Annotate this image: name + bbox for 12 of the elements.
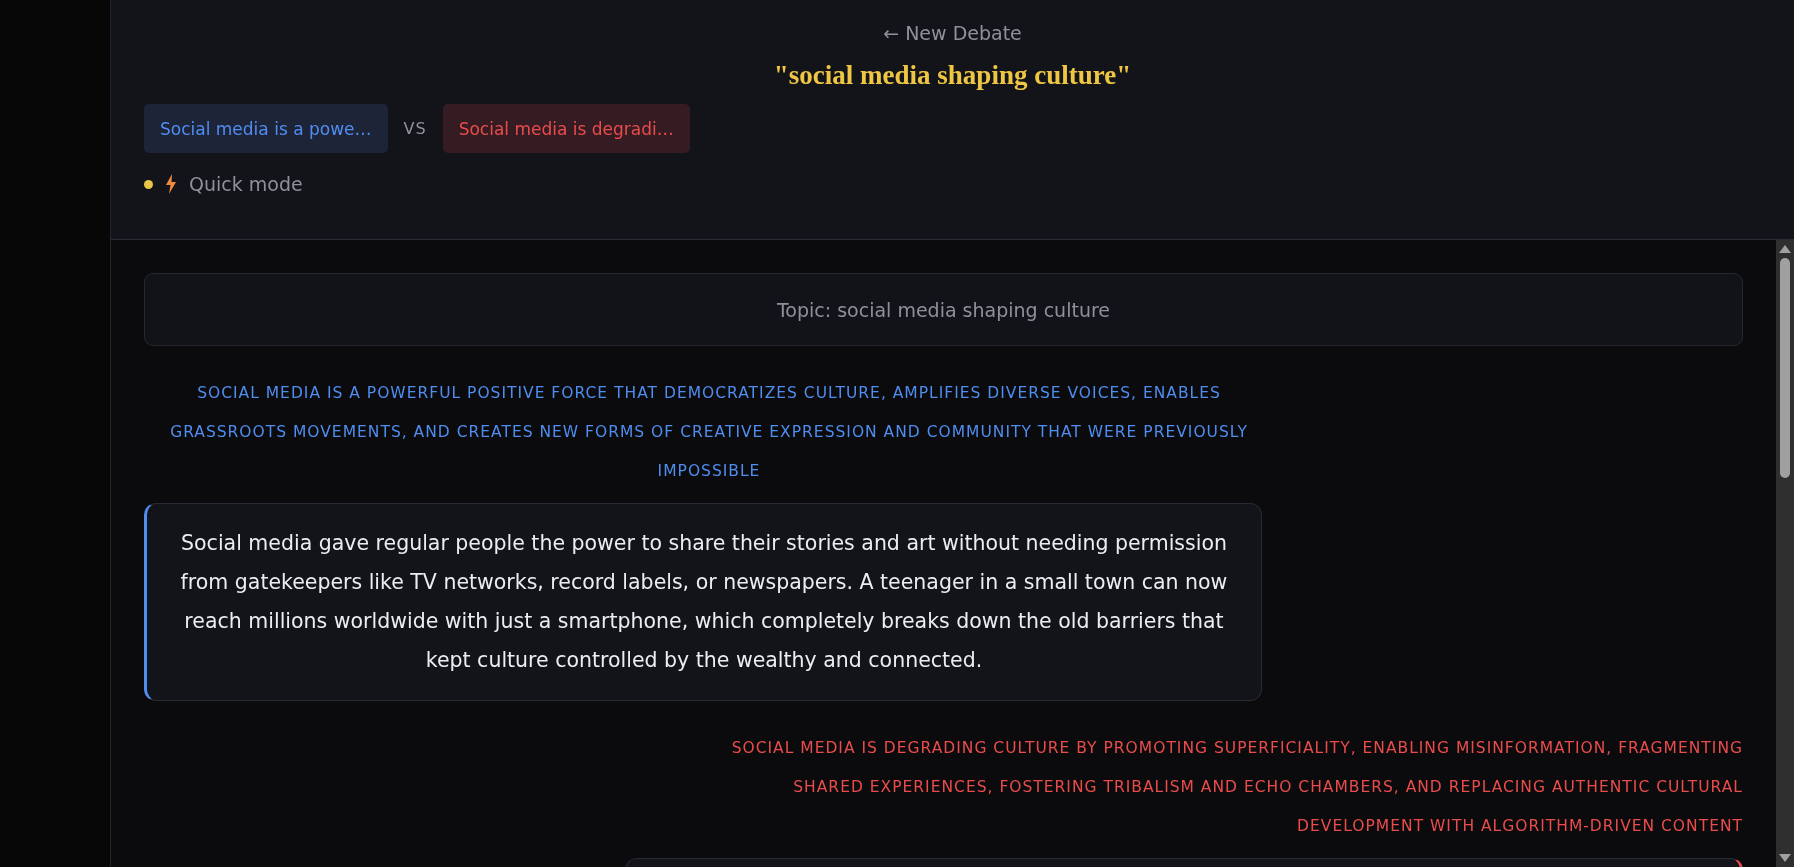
back-link[interactable]: ← New Debate	[883, 20, 1022, 46]
position-statement: SOCIAL MEDIA IS DEGRADING CULTURE BY PROMOTING SUPERFICIALITY, ENABLING MISINFORMATION, FRAGMENTING SHARED EXPERIENCES, FOSTERING TRIBALISM AND ECHO CHAMBERS, AND REPLACING AUTHENTIC CULTURAL DEVELOPMENT WITH ALGORITHM-DRIVEN CONTENT	[730, 738, 1743, 837]
position-statement: SOCIAL MEDIA IS A POWERFUL POSITIVE FORCE THAT DEMOCRATIZES CULTURE, AMPLIFIES DIVERSE VOICES, ENABLES GRASSROOTS MOVEMENTS, AND CREATES NEW FORMS OF CREATIVE EXPRESSION AND COMMUNITY THAT WERE PREVIOUSLY IMPOSSIBLE	[169, 383, 1249, 482]
debate-title: "social media shaping culture"	[773, 60, 1132, 90]
lightning-icon	[165, 174, 177, 194]
scrollbar-drawing[interactable]	[1776, 240, 1794, 867]
topic-box: Topic: social media shaping culture	[144, 273, 1743, 346]
mode-label: Quick mode	[189, 173, 303, 195]
versus-label: VS	[403, 119, 427, 138]
side-chip[interactable]: Social media is degradi…	[442, 104, 690, 153]
side-chip[interactable]: Social media is a powe…	[144, 104, 388, 153]
argument-card: Social media gave regular people the power to share their stories and art without needing permission from gatekeepers like TV networks, record labels, or newspapers. A teenager in a small town can now reach millions worldwide with just a smartphone, which completely breaks down the old barriers that kept culture controlled by the wealthy and connected.	[144, 503, 1262, 701]
